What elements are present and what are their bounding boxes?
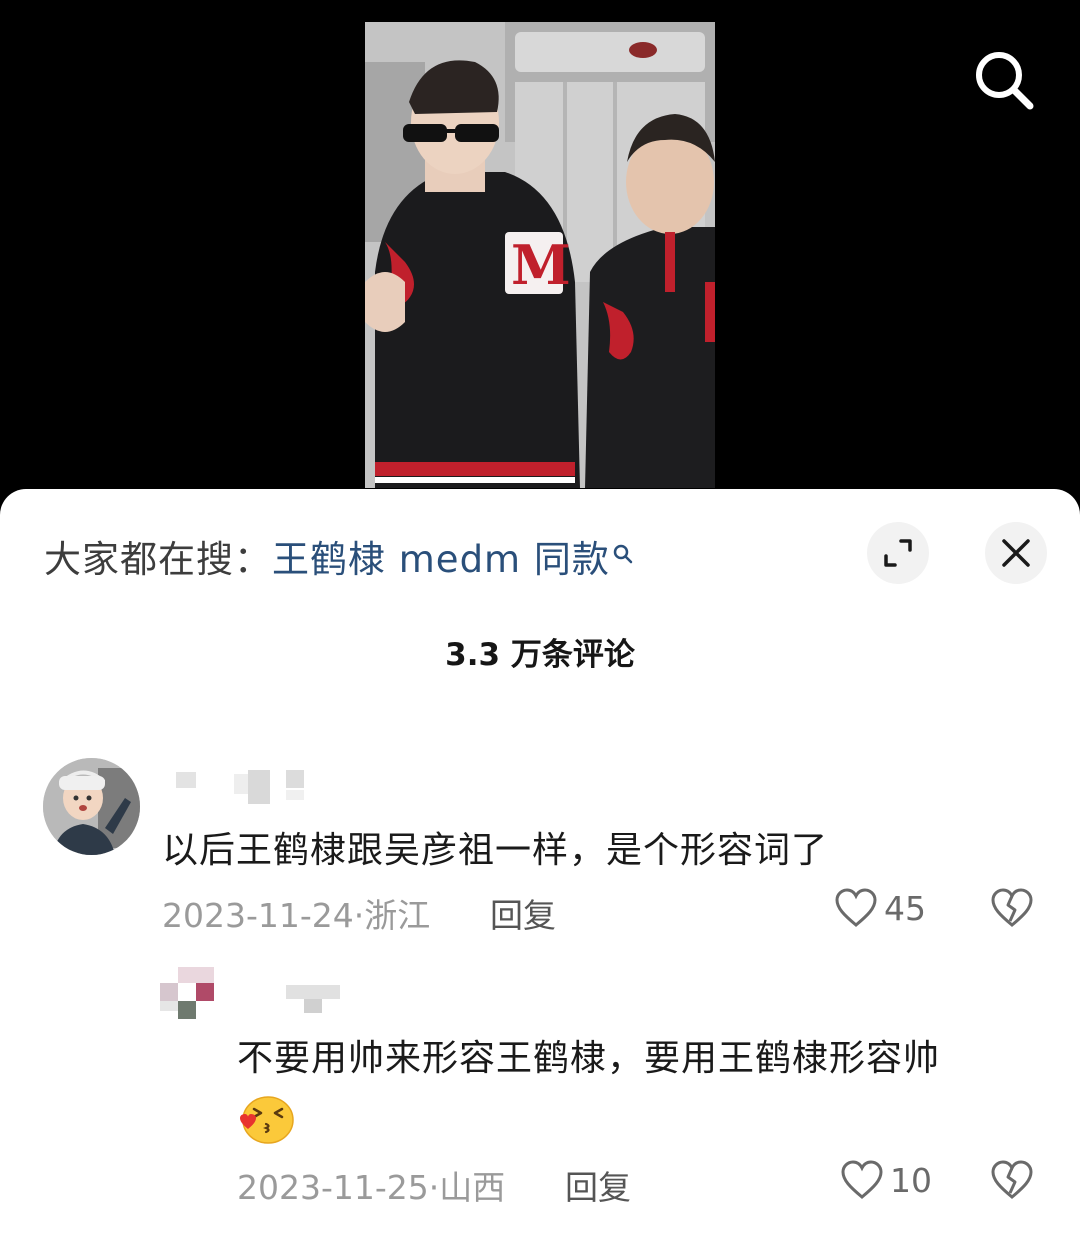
expand-icon [884, 539, 912, 567]
dislike-button[interactable] [990, 887, 1034, 933]
search-button[interactable] [972, 48, 1036, 112]
hot-search-keyword[interactable]: 王鹤棣 medm 同款 [272, 538, 610, 581]
heart-outline-icon [835, 888, 877, 927]
hot-search-banner: 大家都在搜：王鹤棣 medm 同款 [44, 529, 634, 583]
comment-text: 以后王鹤棣跟吴彦祖一样，是个形容词了 [162, 830, 829, 871]
close-button[interactable] [985, 522, 1047, 584]
video-thumbnail[interactable]: M [365, 22, 715, 488]
video-scene-image: M [365, 22, 715, 488]
username-blurred[interactable] [176, 768, 306, 808]
comment-location: 浙江 [364, 896, 431, 935]
video-player[interactable]: M [0, 0, 1080, 500]
reply-location: 山西 [439, 1168, 506, 1207]
hot-search-prefix: 大家都在搜： [44, 538, 272, 581]
comment-sheet: 大家都在搜：王鹤棣 medm 同款 3.3 万条评论 以后王鹤棣跟吴彦祖一样，是… [0, 489, 1080, 1233]
keyword-search-icon[interactable] [612, 531, 634, 574]
svg-text:M: M [511, 233, 571, 297]
like-count: 10 [890, 1160, 932, 1200]
reply-button[interactable]: 回复 [490, 889, 556, 937]
heart-outline-icon [841, 1160, 883, 1199]
meta-separator: · [353, 896, 365, 935]
broken-heart-icon [991, 1160, 1033, 1199]
like-button[interactable]: 10 [840, 1159, 932, 1201]
meta-separator: · [428, 1168, 440, 1207]
reply-date: 2023-11-25 [237, 1168, 429, 1207]
reply-meta: 2023-11-25·山西 [237, 1161, 505, 1209]
comment-meta: 2023-11-24·浙江 [162, 889, 430, 937]
like-button[interactable]: 45 [834, 887, 926, 929]
reply-button[interactable]: 回复 [565, 1161, 631, 1209]
username-blurred[interactable] [286, 985, 342, 1025]
like-count: 45 [884, 888, 926, 928]
avatar[interactable] [43, 758, 140, 855]
reply-text: 不要用帅来形容王鹤棣，要用王鹤棣形容帅 [237, 1038, 941, 1079]
comment-date: 2023-11-24 [162, 896, 354, 935]
comment-count-title: 3.3 万条评论 [445, 637, 635, 673]
dislike-button[interactable] [990, 1159, 1034, 1205]
close-icon [1002, 539, 1030, 567]
expand-button[interactable] [867, 522, 929, 584]
search-icon [976, 52, 1034, 110]
blowing-kiss-emoji [238, 1093, 294, 1145]
reply-avatar-blurred[interactable] [160, 967, 216, 1023]
broken-heart-icon [991, 888, 1033, 927]
